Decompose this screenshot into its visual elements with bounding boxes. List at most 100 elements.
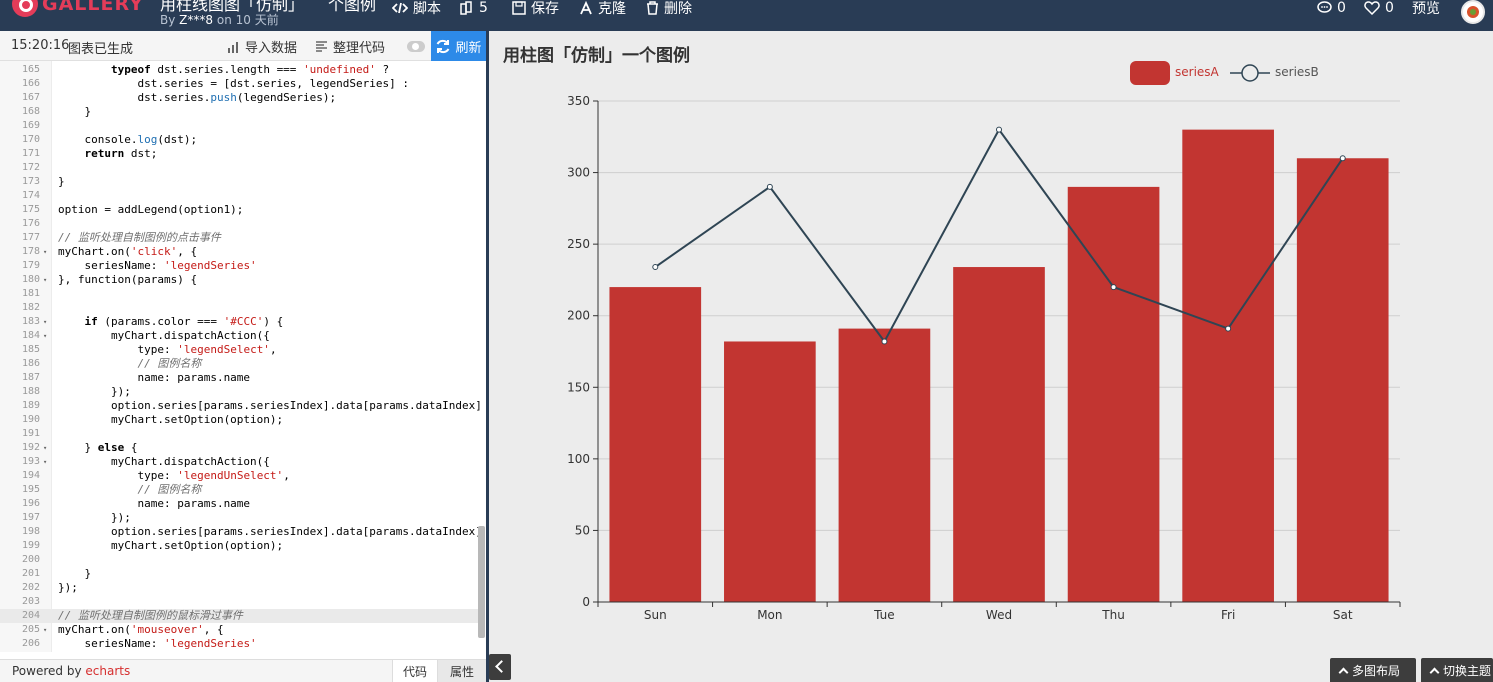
script-label: 脚本 [413, 1, 441, 17]
tab-code[interactable]: 代码 [392, 660, 437, 682]
code-line[interactable]: 195 // 图例名称 [0, 483, 478, 497]
code-line[interactable]: 168 } [0, 105, 478, 119]
code-text: myChart.setOption(option); [58, 413, 284, 426]
code-line[interactable]: 166 dst.series = [dst.series, legendSeri… [0, 77, 478, 91]
code-line[interactable]: 165 typeof dst.series.length === 'undefi… [0, 63, 478, 77]
code-line[interactable]: 192 ▾ } else { [0, 441, 478, 455]
fold-arrow-icon[interactable]: ▾ [43, 651, 47, 652]
code-line[interactable]: 196 name: params.name [0, 497, 478, 511]
save-icon [512, 1, 526, 15]
fold-arrow-icon[interactable]: ▾ [43, 441, 47, 455]
code-line[interactable]: 203 [0, 595, 478, 609]
code-line[interactable]: 187 name: params.name [0, 371, 478, 385]
fold-arrow-icon[interactable]: ▾ [43, 245, 47, 259]
fork-button[interactable]: 5 [460, 0, 488, 16]
code-line[interactable]: 179 seriesName: 'legendSeries' [0, 259, 478, 273]
code-line[interactable]: 169 [0, 119, 478, 133]
code-line[interactable]: 198 option.series[params.seriesIndex].da… [0, 525, 482, 539]
fold-arrow-icon[interactable]: ▾ [43, 315, 47, 329]
code-line[interactable]: 197 }); [0, 511, 478, 525]
code-line[interactable]: 207▾ [0, 651, 478, 652]
preview-button[interactable]: 预览 [1412, 0, 1440, 17]
line-number: 201 [21, 568, 40, 579]
code-line[interactable]: 191 [0, 427, 478, 441]
code-text: } [58, 567, 92, 580]
code-line[interactable]: 181 [0, 287, 478, 301]
vertical-scrollbar[interactable] [478, 526, 485, 638]
comment-button[interactable]: 0 [1317, 0, 1346, 16]
delete-button[interactable]: 删除 [646, 0, 692, 17]
code-line[interactable]: 167 dst.series.push(legendSeries); [0, 91, 478, 105]
code-line[interactable]: 172 [0, 161, 478, 175]
code-line[interactable]: 170 console.log(dst); [0, 133, 478, 147]
code-line[interactable]: 201 } [0, 567, 478, 581]
code-text: dst.series.push(legendSeries); [58, 91, 337, 104]
clone-button[interactable]: 克隆 [579, 0, 626, 17]
gallery-logo[interactable]: GALLERY [12, 0, 144, 20]
code-line[interactable]: 173} [0, 175, 478, 189]
point-seriesB-Sat [1339, 155, 1346, 162]
point-seriesB-Tue [881, 338, 888, 345]
code-line[interactable]: 205 ▾ myChart.on('mouseover', { [0, 623, 478, 637]
format-code-button[interactable]: 整理代码 [315, 37, 385, 56]
echarts-link[interactable]: echarts [85, 664, 130, 678]
tab-props[interactable]: 属性 [437, 660, 486, 682]
code-line[interactable]: 174 [0, 189, 478, 203]
code-line[interactable]: 183 ▾ if (params.color === '#CCC') { [0, 315, 478, 329]
fold-arrow-icon[interactable]: ▾ [43, 329, 47, 343]
fold-arrow-icon[interactable]: ▾ [43, 273, 47, 287]
code-line[interactable]: 176 [0, 217, 478, 231]
line-number: 199 [21, 540, 40, 551]
code-line[interactable]: 188 }); [0, 385, 478, 399]
line-number: 203 [21, 596, 40, 607]
code-line[interactable]: 204 // 监听处理自制图例的鼠标滑过事件 [0, 609, 478, 623]
code-editor[interactable]: 165 typeof dst.series.length === 'undefi… [0, 61, 486, 652]
multi-layout-button[interactable]: 多图布局 [1330, 658, 1416, 682]
trash-icon [647, 1, 658, 15]
user-avatar[interactable] [1461, 0, 1485, 24]
line-number: 171 [21, 148, 40, 159]
x-tick-label: Fri [1221, 608, 1235, 622]
author-prefix: By [160, 13, 176, 27]
line-number: 175 [21, 204, 40, 215]
code-line[interactable]: 182 [0, 301, 478, 315]
line-number: 204 [21, 610, 40, 621]
code-line[interactable]: 206 seriesName: 'legendSeries' [0, 637, 478, 651]
script-button[interactable]: 脚本 [392, 0, 441, 17]
code-text: type: 'legendSelect', [58, 343, 277, 356]
fold-arrow-icon[interactable]: ▾ [43, 623, 47, 637]
line-number: 173 [21, 176, 40, 187]
code-line[interactable]: 177 // 监听处理自制图例的点击事件 [0, 231, 478, 245]
code-text: // 图例名称 [137, 357, 202, 370]
code-line[interactable]: 190 myChart.setOption(option); [0, 413, 478, 427]
code-line[interactable]: 194 type: 'legendUnSelect', [0, 469, 478, 483]
save-button[interactable]: 保存 [512, 0, 559, 17]
code-line[interactable]: 186 // 图例名称 [0, 357, 478, 371]
code-line[interactable]: 180 ▾}, function(params) { [0, 273, 478, 287]
fold-arrow-icon[interactable]: ▾ [43, 455, 47, 469]
powered-prefix: Powered by [12, 664, 82, 678]
point-seriesB-Fri [1225, 325, 1232, 332]
code-line[interactable]: 202}); [0, 581, 478, 595]
code-line[interactable]: 184 ▾ myChart.dispatchAction({ [0, 329, 478, 343]
code-line[interactable]: 185 type: 'legendSelect', [0, 343, 478, 357]
code-line[interactable]: 199 myChart.setOption(option); [0, 539, 478, 553]
refresh-button[interactable]: 刷新 [431, 31, 486, 61]
point-seriesB-Wed [996, 126, 1002, 133]
line-number: 196 [21, 498, 40, 509]
code-line[interactable]: 178 ▾ myChart.on('click', { [0, 245, 478, 259]
like-button[interactable]: 0 [1364, 0, 1394, 16]
code-line[interactable]: 171 return dst; [0, 147, 478, 161]
code-line[interactable]: 189 option.series[params.seriesIndex].da… [0, 399, 482, 413]
switch-theme-button[interactable]: 切换主题 [1421, 658, 1493, 682]
collapse-panel-button[interactable] [489, 654, 511, 680]
y-tick-label: 100 [567, 452, 590, 466]
code-line[interactable]: 200 [0, 553, 478, 567]
auto-refresh-toggle[interactable] [407, 41, 425, 52]
code-text: }); [58, 385, 131, 398]
code-line[interactable]: 193 ▾ myChart.dispatchAction({ [0, 455, 478, 469]
code-line[interactable]: 175 option = addLegend(option1); [0, 203, 478, 217]
line-number: 180 [21, 274, 40, 285]
import-data-button[interactable]: 导入数据 [227, 37, 297, 56]
author-name[interactable]: Z***8 [179, 13, 213, 27]
